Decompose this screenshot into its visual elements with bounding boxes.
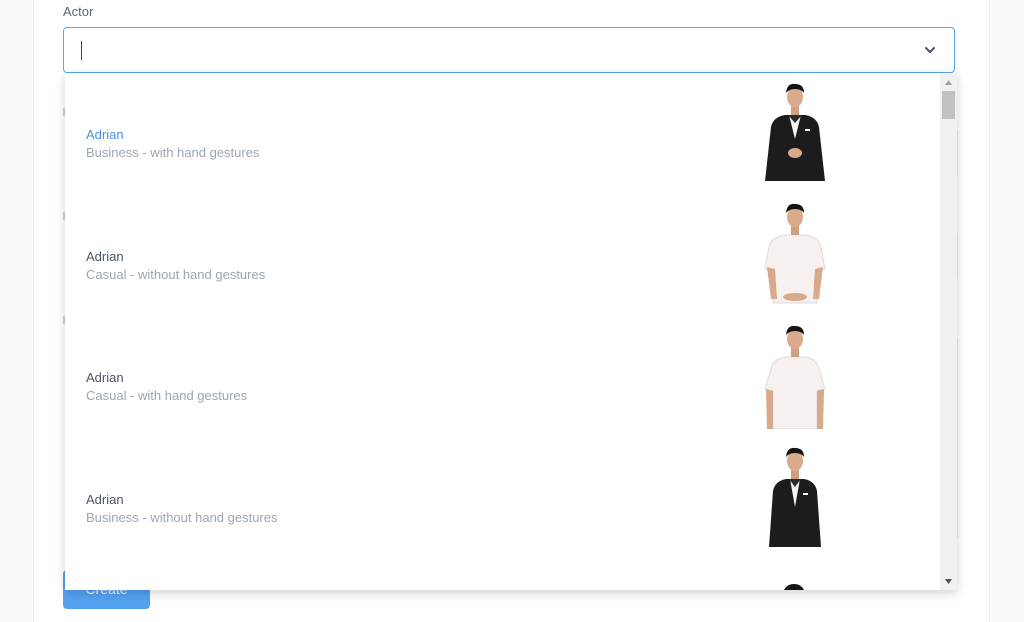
actor-option[interactable]: Adrian Business - with hand gestures (65, 73, 939, 195)
option-description: Business - without hand gestures (86, 510, 278, 525)
actor-label: Actor (63, 4, 94, 19)
actor-thumbnail (769, 447, 821, 547)
scrollbar-thumb[interactable] (942, 91, 955, 119)
option-name: Adrian (86, 249, 124, 264)
actor-thumbnail (764, 325, 826, 429)
chevron-down-icon[interactable] (922, 42, 938, 58)
actor-thumbnail (765, 83, 825, 181)
option-name: Adrian (86, 127, 124, 142)
option-description: Casual - without hand gestures (86, 267, 266, 282)
option-name: Adrian (86, 492, 124, 507)
option-description: Business - with hand gestures (86, 145, 260, 160)
text-caret (81, 41, 82, 60)
actor-option[interactable]: Adrian Business - without hand gestures (65, 439, 939, 561)
actor-option[interactable]: Adrian Casual - with hand gestures (65, 317, 939, 439)
option-name: Adrian (86, 370, 124, 385)
dropdown-scrollbar[interactable] (940, 73, 957, 590)
option-description: Casual - with hand gestures (86, 388, 248, 403)
next-actor-thumbnail-partial (784, 584, 804, 590)
scroll-up-arrow-icon[interactable] (944, 78, 953, 87)
scroll-down-arrow-icon[interactable] (944, 577, 953, 586)
actor-thumbnail (764, 203, 826, 304)
actor-option[interactable]: Adrian Casual - without hand gestures (65, 195, 939, 317)
actor-select[interactable] (63, 27, 955, 73)
actor-dropdown-menu: Adrian Business - with hand gestures Adr… (65, 73, 957, 590)
